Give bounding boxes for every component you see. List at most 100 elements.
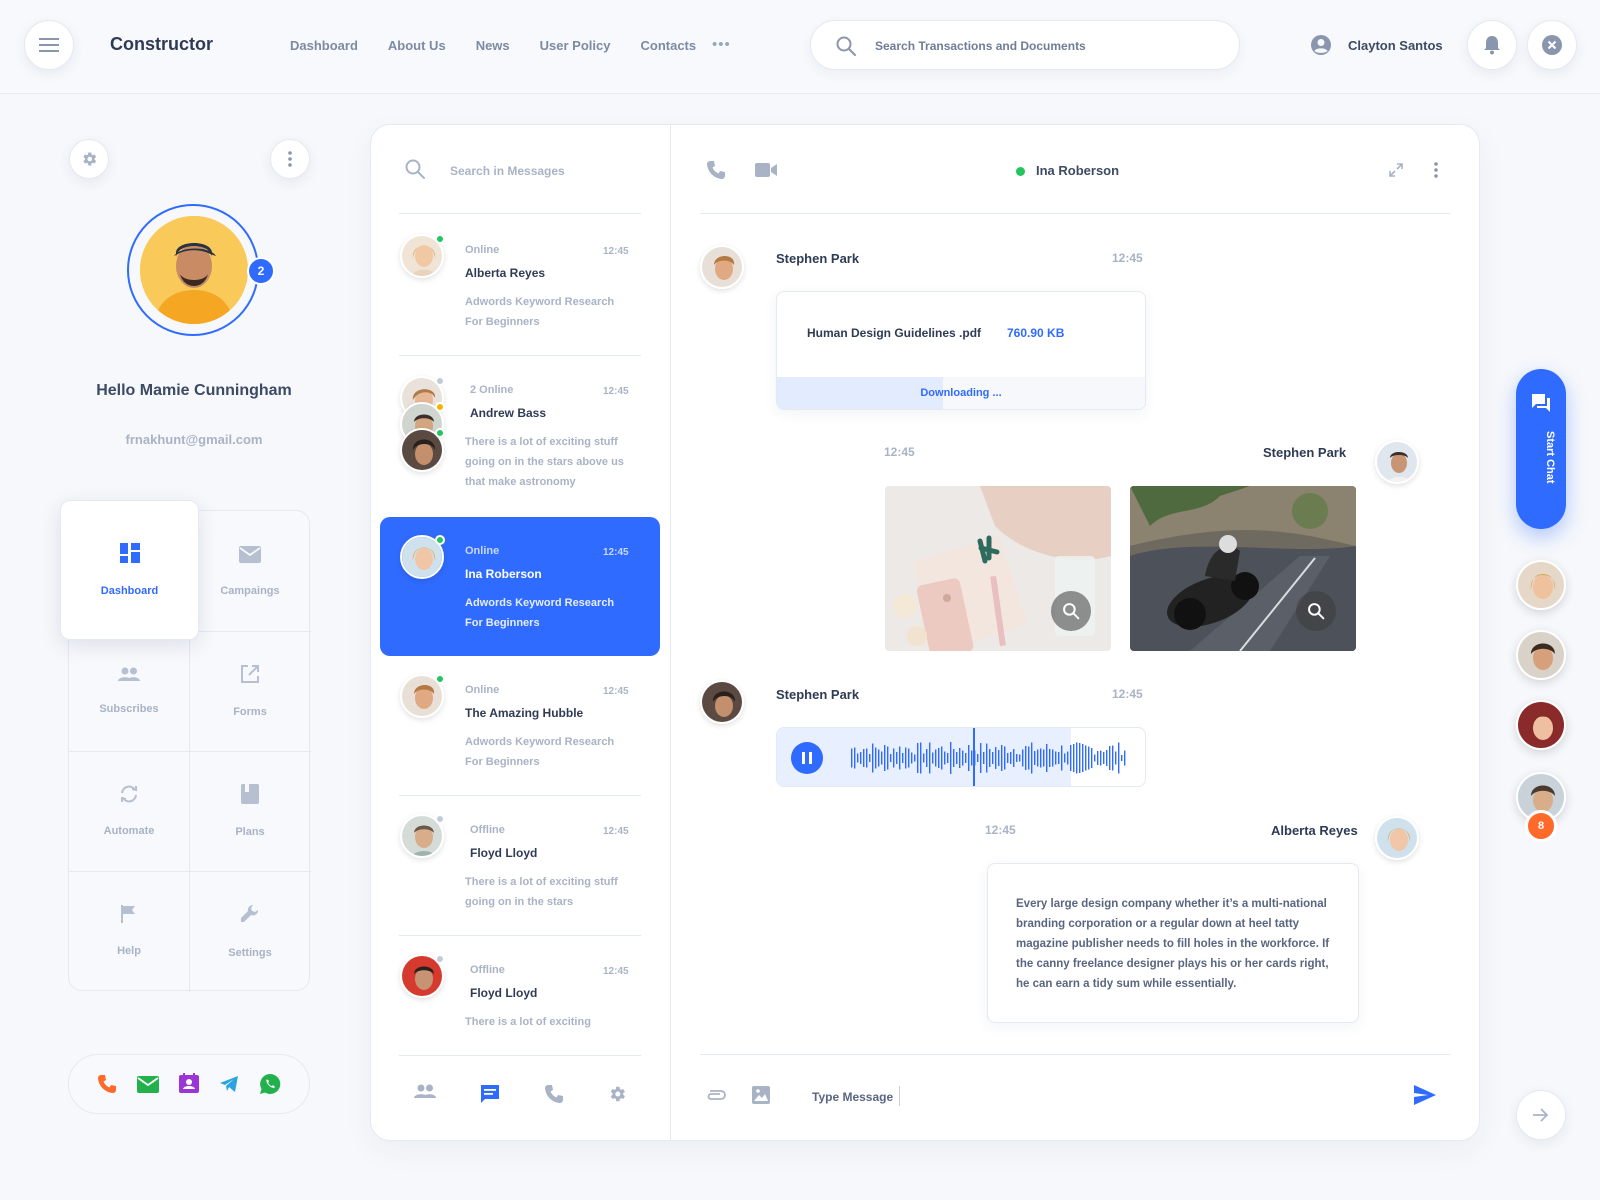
voice-message[interactable] bbox=[776, 727, 1146, 787]
menu-label: Subscribes bbox=[99, 703, 159, 715]
waveform-bar bbox=[1031, 742, 1033, 774]
settings-button[interactable] bbox=[69, 139, 109, 179]
phone-icon[interactable] bbox=[97, 1074, 117, 1094]
menu-settings[interactable]: Settings bbox=[190, 871, 310, 991]
waveform-bar bbox=[971, 750, 973, 766]
divider bbox=[399, 213, 641, 214]
profile-badge: 2 bbox=[247, 257, 275, 285]
nav-about-us[interactable]: About Us bbox=[388, 38, 446, 53]
waveform-bar bbox=[989, 749, 991, 767]
waveform-bar bbox=[977, 754, 979, 762]
menu-forms[interactable]: Forms bbox=[190, 631, 310, 751]
waveform-bar bbox=[1043, 749, 1045, 767]
close-button[interactable] bbox=[1527, 20, 1577, 70]
image-attachment[interactable] bbox=[885, 486, 1111, 651]
waveform-bar bbox=[875, 747, 877, 769]
waveform-bar bbox=[974, 750, 976, 766]
chat-icon[interactable] bbox=[480, 1084, 500, 1104]
waveform-bar bbox=[1013, 749, 1015, 767]
message-search-input[interactable]: Search in Messages bbox=[450, 164, 565, 178]
download-status: Downloading ... bbox=[920, 387, 1002, 399]
image-attachment[interactable] bbox=[1130, 486, 1356, 651]
attach-icon[interactable] bbox=[705, 1089, 727, 1101]
menu-button[interactable] bbox=[24, 20, 74, 70]
menu-dashboard[interactable]: Dashboard bbox=[60, 500, 199, 640]
dashboard-icon bbox=[119, 543, 140, 563]
user-menu[interactable]: Clayton Santos bbox=[1310, 34, 1443, 56]
waveform-bar bbox=[911, 752, 913, 764]
start-chat-button[interactable]: Start Chat bbox=[1516, 369, 1566, 529]
online-indicator bbox=[1016, 167, 1025, 176]
divider bbox=[700, 213, 1450, 214]
waveform-bar bbox=[926, 749, 928, 767]
waveform-bar bbox=[935, 749, 937, 767]
conversation-status: Online bbox=[465, 244, 500, 256]
conversation-item[interactable]: Offline 12:45 Floyd Lloyd There is a lot… bbox=[380, 950, 660, 1040]
video-icon[interactable] bbox=[755, 163, 777, 177]
file-attachment[interactable]: Human Design Guidelines .pdf 760.90 KB D… bbox=[776, 291, 1146, 410]
expand-icon[interactable] bbox=[1389, 163, 1403, 177]
nav-more-icon[interactable]: ••• bbox=[712, 36, 731, 53]
contact-avatar[interactable] bbox=[1516, 630, 1566, 680]
more-options-button[interactable] bbox=[270, 139, 310, 179]
conversation-item[interactable]: Online 12:45 The Amazing Hubble Adwords … bbox=[380, 670, 660, 790]
whatsapp-icon[interactable] bbox=[259, 1073, 281, 1095]
nav-dashboard[interactable]: Dashboard bbox=[290, 38, 358, 53]
nav-contacts[interactable]: Contacts bbox=[640, 38, 696, 53]
waveform-bar bbox=[1016, 754, 1018, 762]
nav-user-policy[interactable]: User Policy bbox=[540, 38, 611, 53]
waveform-bar bbox=[965, 753, 967, 763]
waveform-bar bbox=[851, 748, 853, 768]
notifications-button[interactable] bbox=[1467, 20, 1517, 70]
people-icon[interactable] bbox=[413, 1084, 437, 1098]
conversation-item-selected[interactable]: Online 12:45 Ina Roberson Adwords Keywor… bbox=[380, 517, 660, 656]
search-icon bbox=[405, 159, 425, 179]
next-button[interactable] bbox=[1516, 1090, 1566, 1140]
global-search[interactable]: Search Transactions and Documents bbox=[810, 20, 1240, 70]
menu-subscribes[interactable]: Subscribes bbox=[69, 631, 189, 751]
waveform-bar bbox=[887, 746, 889, 770]
conversation-time: 12:45 bbox=[603, 966, 629, 977]
telegram-icon[interactable] bbox=[219, 1075, 239, 1093]
gear-icon[interactable] bbox=[607, 1084, 627, 1104]
zoom-button[interactable] bbox=[1051, 591, 1091, 631]
conversation-item[interactable]: 2 Online 12:45 Andrew Bass There is a lo… bbox=[380, 370, 660, 500]
mail-icon[interactable] bbox=[137, 1075, 159, 1093]
menu-campaigns[interactable]: Campaings bbox=[190, 511, 310, 631]
contact-avatar[interactable] bbox=[1516, 700, 1566, 750]
conversation-name: Ina Roberson bbox=[465, 567, 542, 581]
message-input[interactable]: Type Message bbox=[812, 1090, 893, 1104]
waveform-bar bbox=[983, 752, 985, 764]
avatar bbox=[700, 680, 744, 724]
conversation-preview: There is a lot of exciting stuff going o… bbox=[465, 436, 624, 488]
send-icon[interactable] bbox=[1414, 1085, 1436, 1105]
avatar bbox=[700, 245, 744, 289]
phone-icon[interactable] bbox=[544, 1084, 564, 1104]
waveform-bar bbox=[890, 754, 892, 762]
contact-card-icon[interactable] bbox=[179, 1073, 199, 1095]
waveform-bar bbox=[980, 743, 982, 773]
waveform-bar bbox=[914, 754, 916, 762]
waveform-bar bbox=[1082, 744, 1084, 772]
image-icon[interactable] bbox=[752, 1086, 770, 1104]
profile-avatar[interactable] bbox=[140, 216, 248, 324]
phone-icon[interactable] bbox=[706, 160, 726, 180]
menu-plans[interactable]: Plans bbox=[190, 751, 310, 871]
waveform-bar bbox=[959, 748, 961, 768]
bell-icon bbox=[1484, 36, 1500, 55]
menu-automate[interactable]: Automate bbox=[69, 751, 189, 871]
kebab-icon[interactable] bbox=[1434, 162, 1438, 178]
nav-news[interactable]: News bbox=[476, 38, 510, 53]
pause-button[interactable] bbox=[791, 742, 823, 774]
waveform-bar bbox=[878, 749, 880, 767]
waveform-bar bbox=[1115, 751, 1117, 765]
search-placeholder: Search Transactions and Documents bbox=[875, 39, 1086, 53]
conversation-item[interactable]: Offline 12:45 Floyd Lloyd There is a lot… bbox=[380, 810, 660, 930]
menu-help[interactable]: Help bbox=[69, 871, 189, 991]
conversation-item[interactable]: Online 12:45 Alberta Reyes Adwords Keywo… bbox=[380, 230, 660, 350]
waveform-bar bbox=[863, 749, 865, 767]
zoom-button[interactable] bbox=[1296, 591, 1336, 631]
waveform-bar bbox=[1022, 749, 1024, 767]
waveform-bar bbox=[995, 747, 997, 769]
contact-avatar[interactable] bbox=[1516, 560, 1566, 610]
